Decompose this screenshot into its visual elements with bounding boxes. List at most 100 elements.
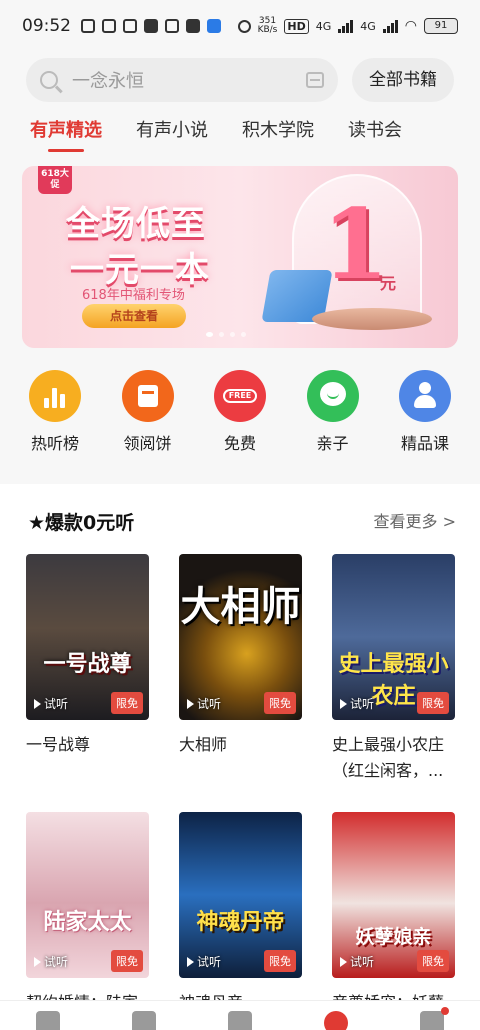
play-icon bbox=[340, 956, 347, 967]
category-tabs: 有声精选 有声小说 积木学院 读书会 bbox=[30, 116, 402, 152]
banner-view-button[interactable]: 点击查看 bbox=[82, 304, 186, 328]
category-label: 精品课 bbox=[400, 434, 449, 453]
book-title[interactable]: 一号战尊 bbox=[26, 732, 149, 758]
book-card[interactable]: 大相师 试听 限免 大相师 bbox=[179, 554, 302, 784]
bookshelf-nav-icon[interactable] bbox=[36, 1011, 60, 1030]
banner-subtitle: 618年中福利专场 bbox=[82, 288, 185, 303]
search-icon bbox=[40, 71, 58, 89]
tiktok-icon bbox=[102, 19, 116, 33]
clock: 09:52 bbox=[22, 16, 71, 36]
cover-title: 陆家太太 bbox=[43, 910, 132, 935]
book-title[interactable]: 史上最强小农庄（红尘闲客，... bbox=[332, 732, 455, 784]
battery-indicator: 91 bbox=[424, 18, 458, 34]
listen-nav-icon[interactable] bbox=[324, 1011, 348, 1030]
pedestal-illustration bbox=[312, 308, 432, 330]
discover-nav-icon[interactable] bbox=[228, 1011, 252, 1030]
book-card[interactable]: 陆家太太 试听 限免 契约婚情：陆家 bbox=[26, 812, 149, 1016]
cover-title: 大相师 bbox=[180, 583, 301, 630]
status-bar: 09:52 351 KB/s HD 4G 4G ◠ 91 bbox=[0, 0, 480, 52]
signal-strength-icon bbox=[338, 19, 354, 33]
search-bar[interactable]: 一念永恒 bbox=[26, 58, 338, 102]
app-notification-icon bbox=[81, 19, 95, 33]
cover-title: 神魂丹帝 bbox=[196, 910, 285, 935]
banner-unit: 元 bbox=[380, 274, 397, 293]
category-label: 领阅饼 bbox=[123, 434, 172, 453]
scan-icon[interactable] bbox=[306, 72, 324, 88]
search-placeholder: 一念永恒 bbox=[72, 71, 144, 92]
profile-nav-icon[interactable] bbox=[420, 1007, 449, 1030]
book-card[interactable]: 妖孽娘亲 试听 限免 帝尊娇宠：妖孽 bbox=[332, 812, 455, 1016]
signal-label: 4G bbox=[360, 19, 376, 33]
trial-listen-button[interactable]: 试听 bbox=[34, 953, 68, 970]
bar-chart-icon bbox=[29, 370, 81, 422]
limited-free-badge: 限免 bbox=[264, 692, 296, 714]
limited-free-badge: 限免 bbox=[264, 950, 296, 972]
limited-free-badge: 限免 bbox=[417, 950, 449, 972]
free-listening-section: ★爆款0元听 查看更多 > 一号战尊 试听 限免 一号战尊 大相师 试听 限免 … bbox=[0, 484, 480, 1030]
signal-label: 4G bbox=[315, 19, 332, 33]
limited-free-badge: 限免 bbox=[111, 692, 143, 714]
book-card[interactable]: 史上最强小农庄 试听 限免 史上最强小农庄（红尘闲客，... bbox=[332, 554, 455, 784]
category-parenting[interactable]: 亲子 bbox=[298, 370, 368, 454]
play-icon bbox=[340, 698, 347, 709]
banner-big-number: 1 bbox=[322, 188, 389, 301]
see-more-link[interactable]: 查看更多 > bbox=[374, 508, 457, 532]
book-card[interactable]: 一号战尊 试听 限免 一号战尊 bbox=[26, 554, 149, 784]
limited-free-badge: 限免 bbox=[417, 692, 449, 714]
hd-badge: HD bbox=[284, 18, 309, 34]
play-icon bbox=[187, 698, 194, 709]
book-cover[interactable]: 神魂丹帝 试听 限免 bbox=[179, 812, 302, 978]
free-icon: FREE bbox=[214, 370, 266, 422]
cover-title: 一号战尊 bbox=[43, 652, 132, 677]
network-speed: 351 KB/s bbox=[257, 16, 278, 35]
tab-reading-club[interactable]: 读书会 bbox=[348, 116, 402, 152]
wifi-icon: ◠ bbox=[404, 18, 417, 34]
book-title[interactable]: 大相师 bbox=[179, 732, 302, 758]
chat-bubble-icon bbox=[306, 370, 359, 422]
all-books-button[interactable]: 全部书籍 bbox=[352, 58, 454, 102]
app-screen: 09:52 351 KB/s HD 4G 4G ◠ 91 一念永恒 全部书籍 有… bbox=[0, 0, 480, 1030]
book-cover[interactable]: 妖孽娘亲 试听 限免 bbox=[332, 812, 455, 978]
signal-strength-icon bbox=[382, 19, 398, 33]
system-indicators: 351 KB/s HD 4G 4G ◠ 91 bbox=[237, 16, 458, 35]
cover-title: 妖孽娘亲 bbox=[355, 926, 432, 948]
notification-icons bbox=[81, 19, 221, 33]
category-rewards[interactable]: 领阅饼 bbox=[113, 370, 183, 454]
trial-listen-button[interactable]: 试听 bbox=[340, 695, 374, 712]
promo-banner[interactable]: 618大促 全场低至 一元一本 618年中福利专场 点击查看 1 元 bbox=[22, 166, 458, 348]
book-grid: 一号战尊 试听 限免 一号战尊 大相师 试听 限免 大相师 史上最强小农庄 试听 bbox=[26, 554, 456, 1016]
category-premium-course[interactable]: 精品课 bbox=[390, 370, 460, 454]
trial-listen-button[interactable]: 试听 bbox=[340, 953, 374, 970]
book-cover[interactable]: 史上最强小农庄 试听 限免 bbox=[332, 554, 455, 720]
app-notification-icon bbox=[186, 19, 200, 33]
banner-title-line1: 全场低至 bbox=[66, 204, 206, 244]
section-title: ★爆款0元听 bbox=[28, 512, 135, 534]
app-notification-icon bbox=[207, 19, 221, 33]
app-notification-icon bbox=[123, 19, 137, 33]
tab-featured-audio[interactable]: 有声精选 bbox=[30, 116, 102, 152]
category-hot-chart[interactable]: 热听榜 bbox=[20, 370, 90, 454]
category-label: 免费 bbox=[223, 434, 256, 453]
trial-listen-button[interactable]: 试听 bbox=[34, 695, 68, 712]
limited-free-badge: 限免 bbox=[111, 950, 143, 972]
trial-listen-button[interactable]: 试听 bbox=[187, 695, 221, 712]
book-cover[interactable]: 一号战尊 试听 限免 bbox=[26, 554, 149, 720]
play-icon bbox=[34, 698, 41, 709]
book-cover[interactable]: 大相师 试听 限免 bbox=[179, 554, 302, 720]
category-label: 亲子 bbox=[316, 434, 349, 453]
envelope-icon bbox=[121, 370, 174, 422]
play-icon bbox=[34, 956, 41, 967]
book-cover[interactable]: 陆家太太 试听 限免 bbox=[26, 812, 149, 978]
app-notification-icon bbox=[144, 19, 158, 33]
carousel-indicator bbox=[206, 332, 246, 337]
alarm-icon bbox=[237, 19, 251, 33]
trial-listen-button[interactable]: 试听 bbox=[187, 953, 221, 970]
category-free[interactable]: FREE 免费 bbox=[205, 370, 275, 454]
bookmark-nav-icon[interactable] bbox=[132, 1011, 156, 1030]
person-icon bbox=[399, 370, 451, 422]
bottom-nav bbox=[0, 1000, 480, 1030]
tab-jimu-academy[interactable]: 积木学院 bbox=[242, 116, 314, 152]
tab-audio-novels[interactable]: 有声小说 bbox=[136, 116, 208, 152]
play-icon bbox=[187, 956, 194, 967]
book-card[interactable]: 神魂丹帝 试听 限免 神魂丹帝 bbox=[179, 812, 302, 1016]
